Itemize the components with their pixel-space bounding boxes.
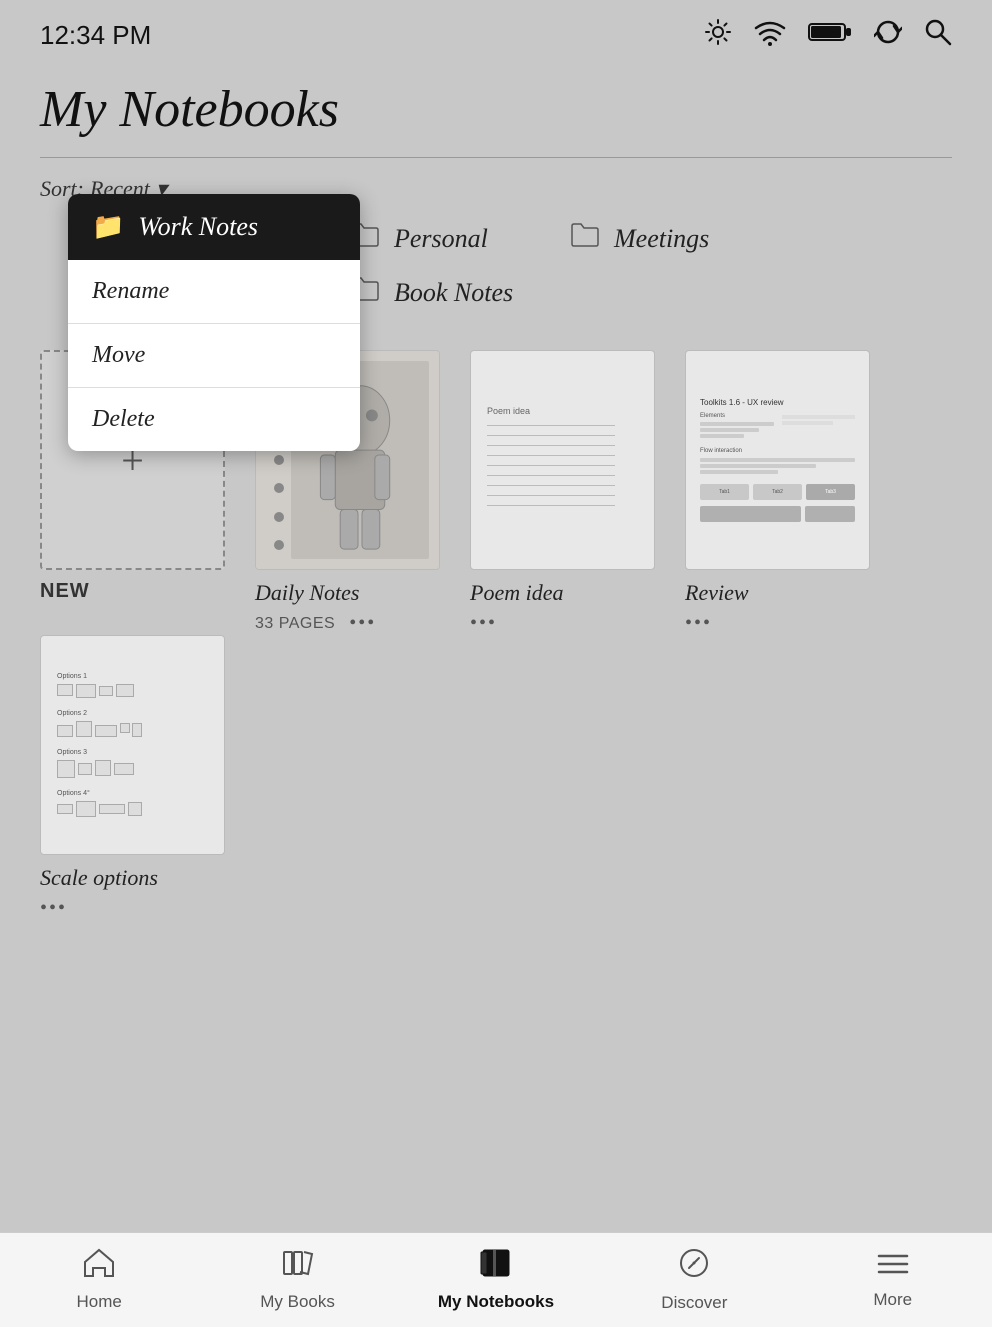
notebook-thumb-review: Toolkits 1.6 - UX review Elements — [685, 350, 870, 570]
notebook-item-poem-idea[interactable]: Poem idea Poem idea ••• — [470, 350, 655, 635]
sync-icon[interactable] — [874, 18, 902, 53]
bottom-nav: Home My Books My Notebooks — [0, 1232, 992, 1327]
daily-notes-pages: 33 PAGES — [255, 615, 335, 633]
books-icon — [282, 1248, 314, 1286]
folder-item-meetings[interactable]: Meetings — [570, 222, 730, 256]
wifi-icon — [754, 18, 786, 53]
notebook-meta-review: ••• — [685, 612, 870, 635]
context-menu-title: Work Notes — [138, 212, 258, 242]
notebook-thumb-poem-idea: Poem idea — [470, 350, 655, 570]
folder-name-book-notes: Book Notes — [394, 278, 513, 308]
notebook-item-scale-options[interactable]: Options 1 Options 2 — [40, 635, 225, 920]
status-bar: 12:34 PM — [0, 0, 992, 70]
notebooks-grid-row2: Options 1 Options 2 — [40, 635, 952, 920]
notebooks-icon — [479, 1248, 513, 1286]
nav-item-my-notebooks[interactable]: My Notebooks — [436, 1248, 556, 1312]
context-menu: 📁 Work Notes Rename Move Delete — [68, 194, 360, 451]
search-icon[interactable] — [924, 18, 952, 53]
notebook-label-review: Review — [685, 580, 870, 606]
status-time: 12:34 PM — [40, 20, 151, 51]
notebook-thumb-scale-options: Options 1 Options 2 — [40, 635, 225, 855]
status-icons — [704, 18, 952, 53]
notebook-label-scale-options: Scale options — [40, 865, 225, 891]
notebook-label-poem-idea: Poem idea — [470, 580, 655, 606]
context-menu-arrow — [136, 268, 156, 280]
folder-icon-meetings — [570, 222, 600, 256]
nav-label-home: Home — [77, 1292, 122, 1312]
nav-label-discover: Discover — [661, 1293, 727, 1313]
nav-item-my-books[interactable]: My Books — [238, 1248, 358, 1312]
nav-item-home[interactable]: Home — [39, 1248, 159, 1312]
notebook-meta-daily-notes: 33 PAGES ••• — [255, 612, 440, 635]
folder-name-meetings: Meetings — [614, 224, 709, 254]
context-menu-move[interactable]: Move — [68, 324, 360, 388]
page-header: My Notebooks — [0, 70, 992, 139]
more-icon — [877, 1250, 909, 1284]
notebook-item-review[interactable]: Toolkits 1.6 - UX review Elements — [685, 350, 870, 635]
brightness-icon — [704, 18, 732, 53]
folder-name-personal: Personal — [394, 224, 488, 254]
main-content: 📁 Work Notes Rename Move Delete Personal — [0, 212, 992, 930]
notebook-meta-poem-idea: ••• — [470, 612, 655, 635]
notebook-label-new: NEW — [40, 580, 225, 603]
notebook-meta-scale-options: ••• — [40, 897, 225, 920]
battery-icon — [808, 20, 852, 50]
review-more-button[interactable]: ••• — [685, 612, 712, 635]
home-icon — [83, 1248, 115, 1286]
daily-notes-more-button[interactable]: ••• — [349, 612, 376, 635]
poem-idea-more-button[interactable]: ••• — [470, 612, 497, 635]
scale-options-more-button[interactable]: ••• — [40, 897, 67, 920]
nav-item-discover[interactable]: Discover — [634, 1247, 754, 1313]
folder-item-personal[interactable]: Personal — [350, 222, 510, 256]
context-menu-rename[interactable]: Rename — [68, 260, 360, 324]
nav-label-my-books: My Books — [260, 1292, 335, 1312]
folder-item-book-notes[interactable]: Book Notes — [350, 276, 513, 310]
context-menu-delete[interactable]: Delete — [68, 388, 360, 451]
context-menu-folder-icon: 📁 — [92, 212, 124, 242]
nav-label-my-notebooks: My Notebooks — [438, 1292, 554, 1312]
notebook-label-daily-notes: Daily Notes — [255, 580, 440, 606]
discover-icon — [678, 1247, 710, 1287]
nav-item-more[interactable]: More — [833, 1250, 953, 1310]
folder-row-wrapper: 📁 Work Notes Rename Move Delete Personal — [40, 222, 952, 310]
nav-label-more: More — [873, 1290, 912, 1310]
context-menu-header: 📁 Work Notes — [68, 194, 360, 260]
page-title: My Notebooks — [40, 80, 952, 139]
